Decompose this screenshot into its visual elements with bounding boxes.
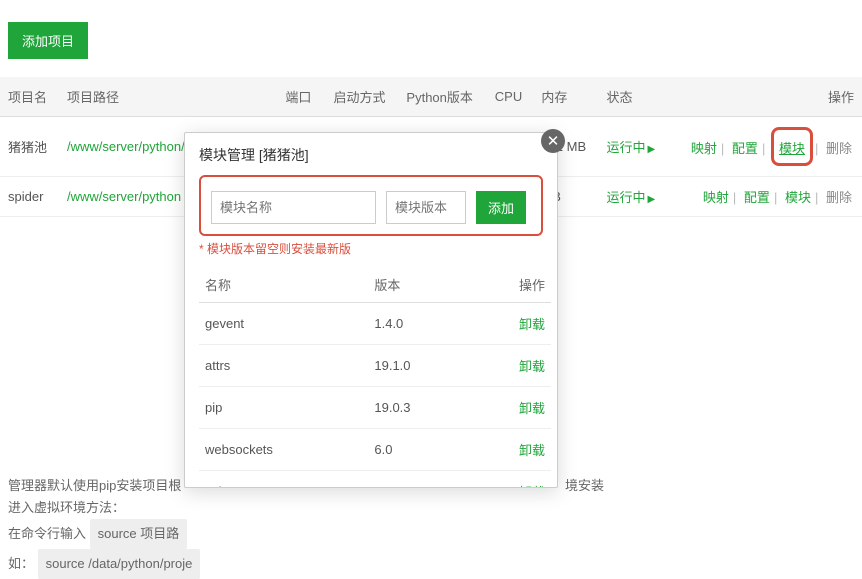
op-module[interactable]: 模块 <box>779 141 805 156</box>
uninstall-link[interactable]: 卸载 <box>519 443 545 458</box>
mcell-version: 19.0.3 <box>368 387 470 429</box>
modal-note: * 模块版本留空则安装最新版 <box>199 240 543 257</box>
modal-add-button[interactable]: 添加 <box>476 191 526 224</box>
table-row: attrs19.1.0 卸载 <box>199 345 551 387</box>
col-path: 项目路径 <box>59 77 277 117</box>
close-icon[interactable]: ✕ <box>541 129 565 153</box>
mcol-name: 名称 <box>199 267 368 303</box>
code-snippet: source 项目路 <box>90 519 188 549</box>
mcell-name: pip <box>199 387 368 429</box>
table-row: gevent1.4.0 卸载 <box>199 303 551 345</box>
mcell-version: 19.1.0 <box>368 345 470 387</box>
op-map[interactable]: 映射 <box>703 190 729 205</box>
op-map[interactable]: 映射 <box>691 141 717 156</box>
col-status: 状态 <box>599 77 668 117</box>
col-cpu: CPU <box>487 77 534 117</box>
uninstall-link[interactable]: 卸载 <box>519 317 545 332</box>
uninstall-link[interactable]: 卸载 <box>519 359 545 374</box>
mcell-version: 0.12.1 <box>368 471 470 488</box>
op-config[interactable]: 配置 <box>732 141 758 156</box>
cell-status: 运行中▶ <box>599 177 668 217</box>
op-module[interactable]: 模块 <box>785 190 811 205</box>
modal-title: 模块管理 [猪猪池] <box>185 133 557 175</box>
table-row: pip19.0.3 卸载 <box>199 387 551 429</box>
module-highlight: 模块 <box>771 127 813 166</box>
table-row: websockets6.0 卸载 <box>199 429 551 471</box>
uninstall-link[interactable]: 卸载 <box>519 485 545 487</box>
col-port: 端口 <box>277 77 325 117</box>
play-icon: ▶ <box>648 144 656 155</box>
module-modal: ✕ 模块管理 [猪猪池] 添加 * 模块版本留空则安装最新版 名称 版本 操作 … <box>184 132 558 488</box>
code-snippet: source /data/python/proje <box>38 549 201 579</box>
uninstall-link[interactable]: 卸载 <box>519 401 545 416</box>
op-delete[interactable]: 删除 <box>826 190 852 205</box>
mcol-version: 版本 <box>368 267 470 303</box>
cell-status: 运行中▶ <box>599 117 668 177</box>
mcell-version: 1.4.0 <box>368 303 470 345</box>
mcol-ops: 操作 <box>470 267 551 303</box>
mcell-name: gevent <box>199 303 368 345</box>
op-config[interactable]: 配置 <box>744 190 770 205</box>
module-name-input[interactable] <box>211 191 376 224</box>
table-row: uvloop0.12.1 卸载 <box>199 471 551 488</box>
cell-name: spider <box>0 177 59 217</box>
col-start: 启动方式 <box>326 77 399 117</box>
col-ops: 操作 <box>668 77 862 117</box>
modules-table: 名称 版本 操作 gevent1.4.0卸载attrs19.1.0卸载pip19… <box>199 267 551 487</box>
op-delete[interactable]: 删除 <box>826 141 852 156</box>
mcell-name: attrs <box>199 345 368 387</box>
add-project-button[interactable]: 添加项目 <box>8 22 88 59</box>
mcell-name: uvloop <box>199 471 368 488</box>
modal-form-highlight: 添加 <box>199 175 543 236</box>
mcell-version: 6.0 <box>368 429 470 471</box>
mcell-name: websockets <box>199 429 368 471</box>
play-icon: ▶ <box>648 194 656 205</box>
cell-name: 猪猪池 <box>0 117 59 177</box>
module-version-input[interactable] <box>386 191 466 224</box>
modal-table-scroll[interactable]: 名称 版本 操作 gevent1.4.0卸载attrs19.1.0卸载pip19… <box>199 267 551 487</box>
help-text: 管理器默认使用pip安装项目根 境安装 进入虚拟环境方法： 在命令行输入 sou… <box>8 475 854 579</box>
col-python: Python版本 <box>398 77 486 117</box>
col-name: 项目名 <box>0 77 59 117</box>
col-mem: 内存 <box>533 77 598 117</box>
